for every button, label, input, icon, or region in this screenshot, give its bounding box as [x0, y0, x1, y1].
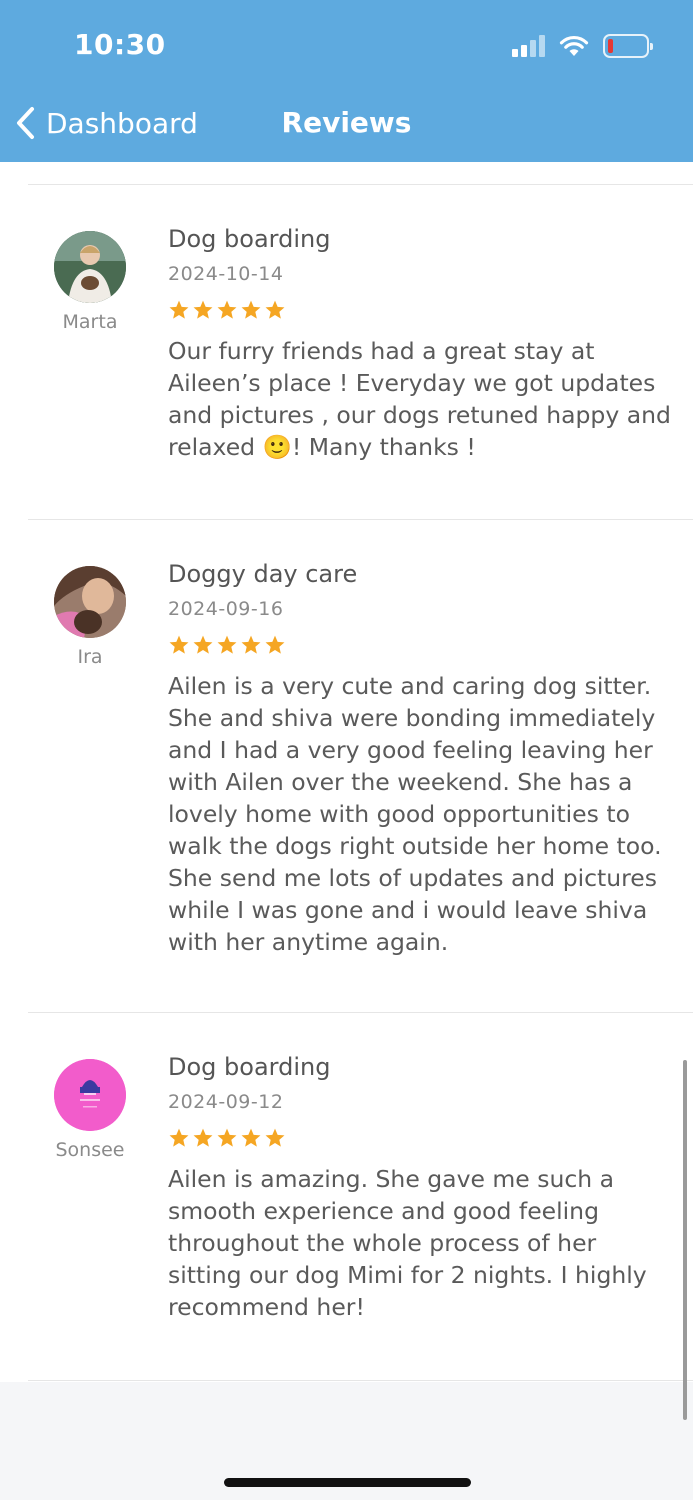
service-type: Dog boarding	[168, 225, 331, 253]
avatar-photo	[54, 566, 126, 638]
back-button-label: Dashboard	[46, 106, 198, 140]
star-icon	[217, 300, 237, 319]
star-icon	[193, 300, 213, 319]
status-icons	[512, 32, 653, 60]
star-icon	[169, 1128, 189, 1147]
star-rating	[168, 1127, 673, 1149]
reviewer-name: Sonsee	[55, 1139, 125, 1161]
star-icon	[169, 635, 189, 654]
review-body: Dog boarding 2024-09-12 Ailen is amazing…	[168, 1053, 673, 1323]
review-date: 2024-10-14	[168, 263, 284, 285]
status-time: 10:30	[74, 28, 166, 61]
star-icon	[217, 1128, 237, 1147]
star-icon	[265, 1128, 285, 1147]
review-text: Ailen is a very cute and caring dog sitt…	[168, 672, 662, 956]
avatar[interactable]	[54, 566, 126, 638]
divider	[28, 519, 693, 520]
divider	[28, 184, 693, 185]
review-body: Doggy day care 2024-09-16 Ailen is a ver…	[168, 560, 673, 958]
service-type: Dog boarding	[168, 1053, 331, 1081]
divider	[28, 1380, 693, 1381]
back-button[interactable]: Dashboard	[14, 100, 198, 146]
service-type: Doggy day care	[168, 560, 358, 588]
battery-low-icon	[603, 34, 653, 58]
star-icon	[193, 1128, 213, 1147]
star-icon	[169, 300, 189, 319]
app-header: 10:30 Reviews Dashboard	[0, 0, 693, 162]
avatar-photo	[54, 231, 126, 303]
wifi-icon	[559, 35, 589, 56]
cellular-signal-icon	[512, 35, 545, 57]
divider	[28, 1012, 693, 1013]
star-icon	[265, 635, 285, 654]
chevron-left-icon	[17, 107, 34, 139]
avatar[interactable]	[54, 1059, 126, 1131]
reviewer: Ira	[40, 566, 140, 668]
review-date: 2024-09-12	[168, 1091, 284, 1113]
reviewer-name: Ira	[77, 646, 103, 668]
review-text: Ailen is amazing. She gave me such a smo…	[168, 1165, 647, 1321]
scrollbar[interactable]	[683, 1060, 687, 1420]
reviewer: Marta	[40, 231, 140, 333]
home-indicator[interactable]	[224, 1478, 471, 1487]
reviews-list[interactable]: Marta Dog boarding 2024-10-14 Our furry …	[0, 162, 693, 1382]
star-icon	[241, 300, 261, 319]
reviewer: Sonsee	[40, 1059, 140, 1161]
avatar[interactable]	[54, 231, 126, 303]
star-rating	[168, 634, 673, 656]
star-icon	[217, 635, 237, 654]
review-date: 2024-09-16	[168, 598, 284, 620]
star-icon	[241, 635, 261, 654]
avatar-logo	[54, 1059, 126, 1131]
star-icon	[265, 300, 285, 319]
star-rating	[168, 299, 673, 321]
star-icon	[193, 635, 213, 654]
star-icon	[241, 1128, 261, 1147]
reviewer-name: Marta	[62, 311, 118, 333]
review-body: Dog boarding 2024-10-14 Our furry friend…	[168, 225, 673, 463]
review-text: Our furry friends had a great stay at Ai…	[168, 337, 671, 461]
